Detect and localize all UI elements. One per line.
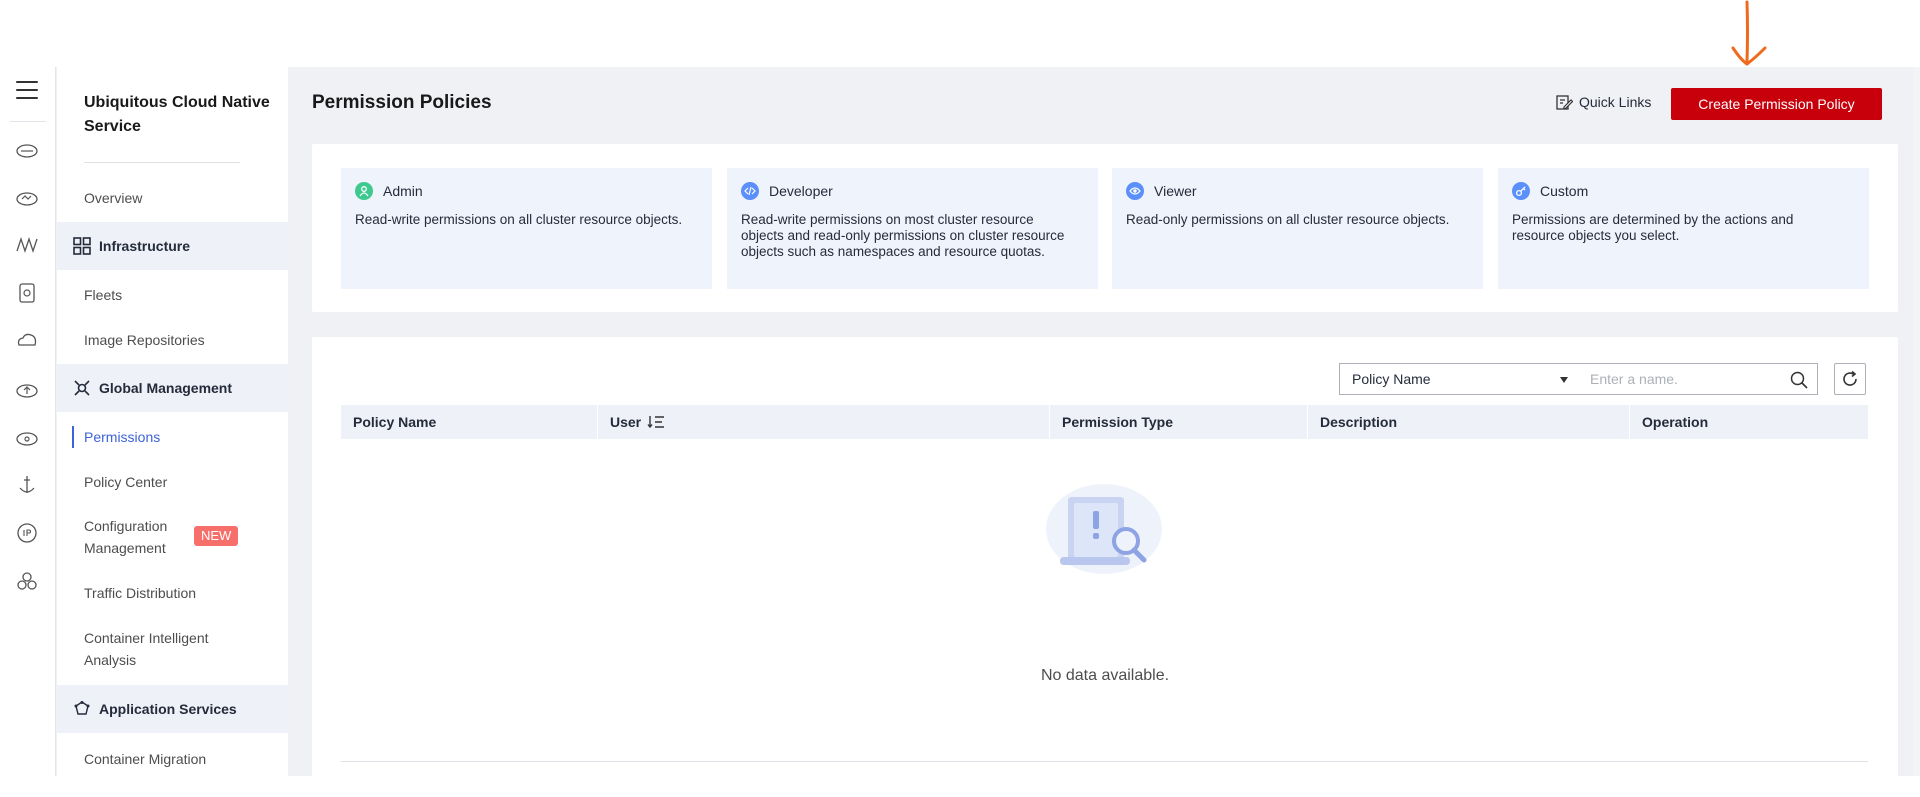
policy-type-name: Custom: [1540, 183, 1589, 199]
page-scrollbar[interactable]: [1913, 67, 1920, 776]
sidebar-item-container-intelligent-analysis[interactable]: Container Intelligent Analysis: [57, 627, 257, 671]
policy-type-card-custom: Custom Permissions are determined by the…: [1498, 168, 1869, 289]
network-icon: [74, 380, 90, 396]
policy-type-description: Read-write permissions on all cluster re…: [355, 212, 683, 227]
search-box: [1578, 363, 1818, 395]
policy-type-description: Read-only permissions on all cluster res…: [1126, 212, 1450, 227]
caret-down-icon: [1560, 377, 1568, 383]
refresh-button[interactable]: [1834, 363, 1866, 395]
sidebar-item-permissions[interactable]: Permissions: [57, 426, 288, 448]
sidebar-item-overview[interactable]: Overview: [57, 187, 288, 209]
rail-divider: [10, 121, 46, 122]
cloud-upload-icon[interactable]: [15, 377, 39, 401]
menu-icon[interactable]: [16, 81, 38, 101]
sidebar-item-container-migration[interactable]: Container Migration: [57, 748, 288, 770]
sidebar-item-label: Configuration Management: [84, 518, 168, 556]
sidebar-group-label: Global Management: [99, 380, 233, 396]
key-icon: [1512, 182, 1530, 200]
filter-field-value: Policy Name: [1352, 371, 1431, 387]
console-app: Ubiquitous Cloud Native Service Overview…: [0, 67, 1920, 797]
cloud-settings-icon[interactable]: [15, 425, 39, 449]
sidebar: Ubiquitous Cloud Native Service Overview…: [57, 67, 288, 776]
sidebar-group-infrastructure[interactable]: Infrastructure: [57, 222, 288, 270]
policy-type-name: Admin: [383, 183, 423, 199]
grid-icon: [73, 237, 91, 255]
sidebar-item-traffic-distribution[interactable]: Traffic Distribution: [57, 582, 288, 604]
policy-type-card-developer: Developer Read-write permissions on most…: [727, 168, 1098, 289]
sort-icon[interactable]: [647, 414, 665, 430]
quick-links-label: Quick Links: [1579, 94, 1652, 110]
column-label: Policy Name: [353, 414, 437, 430]
service-title: Ubiquitous Cloud Native Service: [84, 94, 270, 135]
new-badge: NEW: [194, 526, 239, 546]
icon-rail: [0, 67, 56, 776]
waves-icon[interactable]: [15, 233, 39, 257]
annotation-arrow-icon: [1731, 0, 1767, 66]
policy-type-description: Read-write permissions on most cluster r…: [741, 212, 1065, 259]
create-permission-policy-button[interactable]: Create Permission Policy: [1671, 88, 1882, 120]
policy-type-name: Developer: [769, 183, 833, 199]
table-header: Policy Name User Permission Type Descrip…: [341, 405, 1868, 439]
edit-note-icon: [1556, 95, 1573, 110]
quick-links-link[interactable]: Quick Links: [1555, 93, 1651, 111]
sidebar-item-fleets[interactable]: Fleets: [57, 284, 288, 306]
cluster-icon[interactable]: [15, 569, 39, 593]
policy-types-panel: Admin Read-write permissions on all clus…: [312, 144, 1898, 312]
column-label: User: [610, 414, 642, 430]
code-icon: [741, 182, 759, 200]
column-header-operation: Operation: [1630, 405, 1868, 439]
empty-state-text: No data available.: [1040, 667, 1170, 684]
search-icon[interactable]: [1789, 370, 1809, 390]
column-header-user[interactable]: User: [598, 405, 1050, 439]
table-divider: [341, 761, 1868, 762]
policy-table-panel: Policy Name Policy Name User Permission …: [312, 337, 1898, 797]
column-header-permission-type: Permission Type: [1050, 405, 1308, 439]
sidebar-group-label: Infrastructure: [99, 238, 191, 254]
user-icon: [355, 182, 373, 200]
sidebar-group-application-services[interactable]: Application Services: [57, 685, 288, 733]
policy-type-name: Viewer: [1154, 183, 1197, 199]
column-label: Permission Type: [1062, 414, 1174, 430]
sidebar-item-image-repositories[interactable]: Image Repositories: [57, 329, 288, 351]
refresh-icon: [1843, 370, 1857, 386]
column-header-policy-name: Policy Name: [341, 405, 598, 439]
column-label: Operation: [1642, 414, 1709, 430]
column-label: Description: [1320, 414, 1398, 430]
sidebar-group-label: Application Services: [99, 701, 237, 717]
sidebar-divider: [84, 162, 240, 163]
page-title: Permission Policies: [312, 92, 492, 113]
cloud-service-icon[interactable]: [15, 137, 39, 161]
filter-field-select[interactable]: Policy Name: [1339, 363, 1579, 395]
eye-icon: [1126, 182, 1144, 200]
cloud-container-icon[interactable]: [15, 185, 39, 209]
sidebar-item-configuration-management[interactable]: Configuration Management NEW: [57, 515, 239, 559]
ip-icon[interactable]: [15, 521, 39, 545]
package-icon[interactable]: [15, 281, 39, 305]
policy-type-description: Permissions are determined by the action…: [1512, 212, 1794, 243]
column-header-description: Description: [1308, 405, 1630, 439]
search-input[interactable]: [1578, 364, 1778, 394]
policy-type-card-admin: Admin Read-write permissions on all clus…: [341, 168, 712, 289]
empty-data-illustration-icon: [1046, 484, 1162, 574]
apps-icon: [74, 701, 90, 715]
sidebar-group-global-management[interactable]: Global Management: [57, 364, 288, 412]
cloud-icon[interactable]: [15, 329, 39, 353]
anchor-icon[interactable]: [15, 473, 39, 497]
policy-type-card-viewer: Viewer Read-only permissions on all clus…: [1112, 168, 1483, 289]
sidebar-item-policy-center[interactable]: Policy Center: [57, 471, 288, 493]
